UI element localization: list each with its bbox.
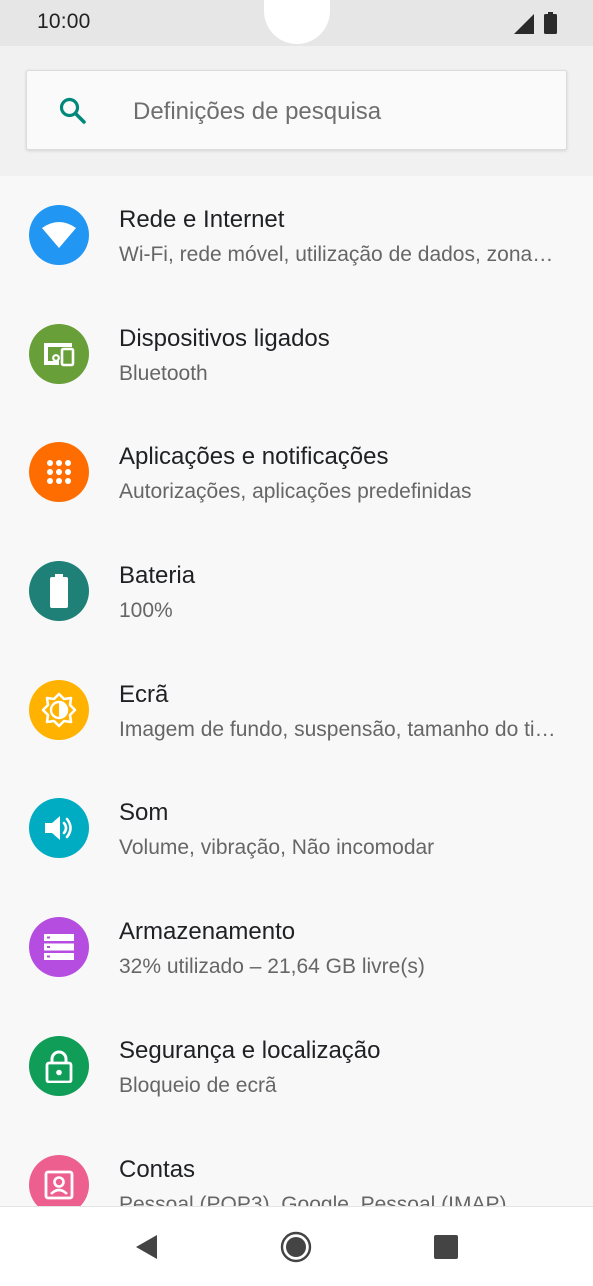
back-icon[interactable]: [131, 1231, 163, 1263]
item-title: Rede e Internet: [119, 206, 285, 233]
signal-icon: [514, 14, 534, 39]
settings-item-security[interactable]: Segurança e localização Bloqueio de ecrã: [0, 1007, 593, 1126]
item-subtitle: 100%: [119, 599, 173, 623]
storage-icon: [29, 917, 89, 978]
item-title: Dispositivos ligados: [119, 324, 330, 352]
settings-item-apps[interactable]: Aplicações e notificações Autorizações, …: [0, 413, 593, 532]
search-placeholder: Definições de pesquisa: [133, 98, 382, 125]
item-subtitle: Imagem de fundo, suspensão, tamanho do t…: [119, 717, 559, 741]
item-subtitle: 32% utilizado – 21,64 GB livre(s): [119, 955, 425, 979]
brightness-icon: [29, 679, 89, 740]
search-icon: [57, 95, 89, 127]
status-icons: [514, 12, 557, 39]
volume-icon: [29, 798, 89, 859]
item-subtitle: Volume, vibração, Não incomodar: [119, 836, 435, 860]
item-title: Armazenamento: [119, 918, 296, 946]
search-input[interactable]: Definições de pesquisa: [26, 70, 567, 150]
item-subtitle: Pessoal (POP3), Google, Pessoal (IMAP): [119, 1192, 507, 1207]
home-icon[interactable]: [280, 1231, 312, 1263]
settings-item-connected-devices[interactable]: Dispositivos ligados Bluetooth: [0, 295, 593, 414]
wifi-icon: [29, 205, 89, 265]
item-subtitle: Wi-Fi, rede móvel, utilização de dados, …: [119, 243, 559, 266]
search-area: Definições de pesquisa: [0, 46, 593, 176]
battery-icon: [29, 561, 89, 622]
settings-item-battery[interactable]: Bateria 100%: [0, 532, 593, 651]
settings-item-display[interactable]: Ecrã Imagem de fundo, suspensão, tamanho…: [0, 651, 593, 770]
item-subtitle: Autorizações, aplicações predefinidas: [119, 480, 472, 504]
battery-icon: [544, 12, 557, 39]
settings-item-accounts[interactable]: Contas Pessoal (POP3), Google, Pessoal (…: [0, 1126, 593, 1207]
item-title: Aplicações e notificações: [119, 443, 389, 471]
settings-item-storage[interactable]: Armazenamento 32% utilizado – 21,64 GB l…: [0, 888, 593, 1007]
lock-icon: [29, 1035, 89, 1096]
status-time: 10:00: [37, 10, 91, 33]
settings-screen: 10:00 Definições de pesquisa Rede e Inte…: [0, 0, 593, 1286]
connected-devices-icon: [29, 323, 89, 384]
account-icon: [29, 1154, 89, 1206]
item-subtitle: Bloqueio de ecrã: [119, 1073, 277, 1097]
item-title: Bateria: [119, 562, 196, 590]
item-subtitle: Bluetooth: [119, 361, 208, 385]
navigation-bar: [0, 1206, 593, 1286]
camera-notch: [264, 0, 330, 44]
recents-icon[interactable]: [430, 1231, 462, 1263]
status-bar: 10:00: [0, 0, 593, 46]
item-title: Contas: [119, 1155, 196, 1183]
item-title: Segurança e localização: [119, 1036, 381, 1064]
item-title: Ecrã: [119, 680, 169, 708]
apps-grid-icon: [29, 442, 89, 503]
settings-list: Rede e Internet Wi-Fi, rede móvel, utili…: [0, 176, 593, 1206]
item-title: Som: [119, 799, 169, 827]
settings-item-network[interactable]: Rede e Internet Wi-Fi, rede móvel, utili…: [0, 176, 593, 295]
settings-item-sound[interactable]: Som Volume, vibração, Não incomodar: [0, 769, 593, 888]
